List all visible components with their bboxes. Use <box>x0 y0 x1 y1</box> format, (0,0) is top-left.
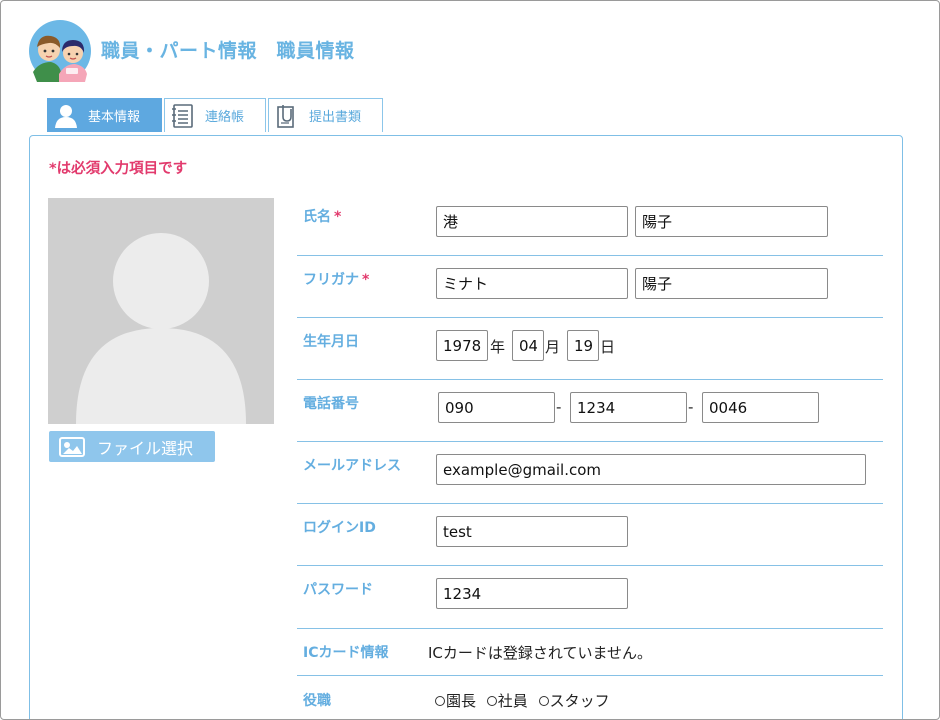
file-select-label: ファイル選択 <box>97 438 194 458</box>
phone-label: 電話番号 <box>303 396 359 412</box>
file-select-button[interactable]: ファイル選択 <box>49 431 215 462</box>
tab-documents[interactable]: 提出書類 <box>268 98 383 132</box>
tab-basic-info[interactable]: 基本情報 <box>47 98 162 132</box>
kana-label: フリガナ * <box>303 269 369 289</box>
password-label: パスワード <box>303 582 373 598</box>
row-divider <box>297 379 883 380</box>
row-divider <box>297 317 883 318</box>
last-name-kana-input[interactable] <box>436 268 628 299</box>
row-divider <box>297 628 883 629</box>
staff-logo-icon <box>29 20 91 82</box>
phone-dash: - <box>688 398 694 416</box>
notebook-icon <box>171 103 195 129</box>
birthdate-label: 生年月日 <box>303 334 359 350</box>
tab-label: 基本情報 <box>88 110 141 125</box>
month-unit: 月 <box>545 338 561 356</box>
role-label: 役職 <box>303 693 331 709</box>
row-divider <box>297 255 883 256</box>
birth-day-input[interactable] <box>567 330 599 361</box>
phone-part2-input[interactable] <box>570 392 687 423</box>
role-radio-staff[interactable]: スタッフ <box>538 690 610 711</box>
person-icon <box>54 103 78 129</box>
role-radio-employee[interactable]: 社員 <box>486 690 528 711</box>
radio-label: 社員 <box>497 692 528 710</box>
tab-label: 提出書類 <box>309 110 362 125</box>
row-divider <box>297 503 883 504</box>
last-name-input[interactable] <box>436 206 628 237</box>
row-divider <box>297 565 883 566</box>
email-label: メールアドレス <box>303 458 401 474</box>
window-frame: 職員・パート情報 職員情報 基本情報 連絡帳 提出書類 *は必須入力項目です フ… <box>0 0 940 720</box>
kana-label-text: フリガナ <box>303 272 359 288</box>
row-divider <box>297 441 883 442</box>
phone-dash: - <box>556 398 562 416</box>
role-options: 園長 社員 スタッフ <box>435 690 616 711</box>
ic-card-label: ICカード情報 <box>303 645 389 661</box>
password-input[interactable] <box>436 578 628 609</box>
name-label-text: 氏名 <box>303 209 331 225</box>
image-icon <box>59 436 85 457</box>
login-id-label: ログインID <box>303 520 376 536</box>
avatar-placeholder <box>48 198 274 424</box>
radio-circle <box>538 695 549 706</box>
login-id-input[interactable] <box>436 516 628 547</box>
role-radio-principal[interactable]: 園長 <box>435 690 476 711</box>
row-divider <box>297 675 883 676</box>
radio-label: 園長 <box>446 692 477 710</box>
required-mark: * <box>362 272 370 288</box>
person-silhouette-icon <box>76 233 246 424</box>
birth-month-input[interactable] <box>512 330 544 361</box>
first-name-kana-input[interactable] <box>635 268 828 299</box>
tab-contact-book[interactable]: 連絡帳 <box>164 98 266 132</box>
phone-part3-input[interactable] <box>702 392 819 423</box>
day-unit: 日 <box>600 338 616 356</box>
tab-label: 連絡帳 <box>205 110 245 125</box>
page-title: 職員・パート情報 職員情報 <box>101 40 355 62</box>
first-name-input[interactable] <box>635 206 828 237</box>
email-input[interactable] <box>436 454 866 485</box>
radio-circle <box>486 695 497 706</box>
phone-part1-input[interactable] <box>438 392 555 423</box>
ic-card-status: ICカードは登録されていません。 <box>428 644 652 662</box>
required-mark: * <box>334 209 342 225</box>
name-label: 氏名 * <box>303 206 341 226</box>
required-note: *は必須入力項目です <box>49 161 188 177</box>
radio-circle <box>435 695 445 706</box>
document-clip-icon <box>275 103 299 129</box>
year-unit: 年 <box>490 338 506 356</box>
birth-year-input[interactable] <box>436 330 488 361</box>
radio-label: スタッフ <box>549 692 610 710</box>
